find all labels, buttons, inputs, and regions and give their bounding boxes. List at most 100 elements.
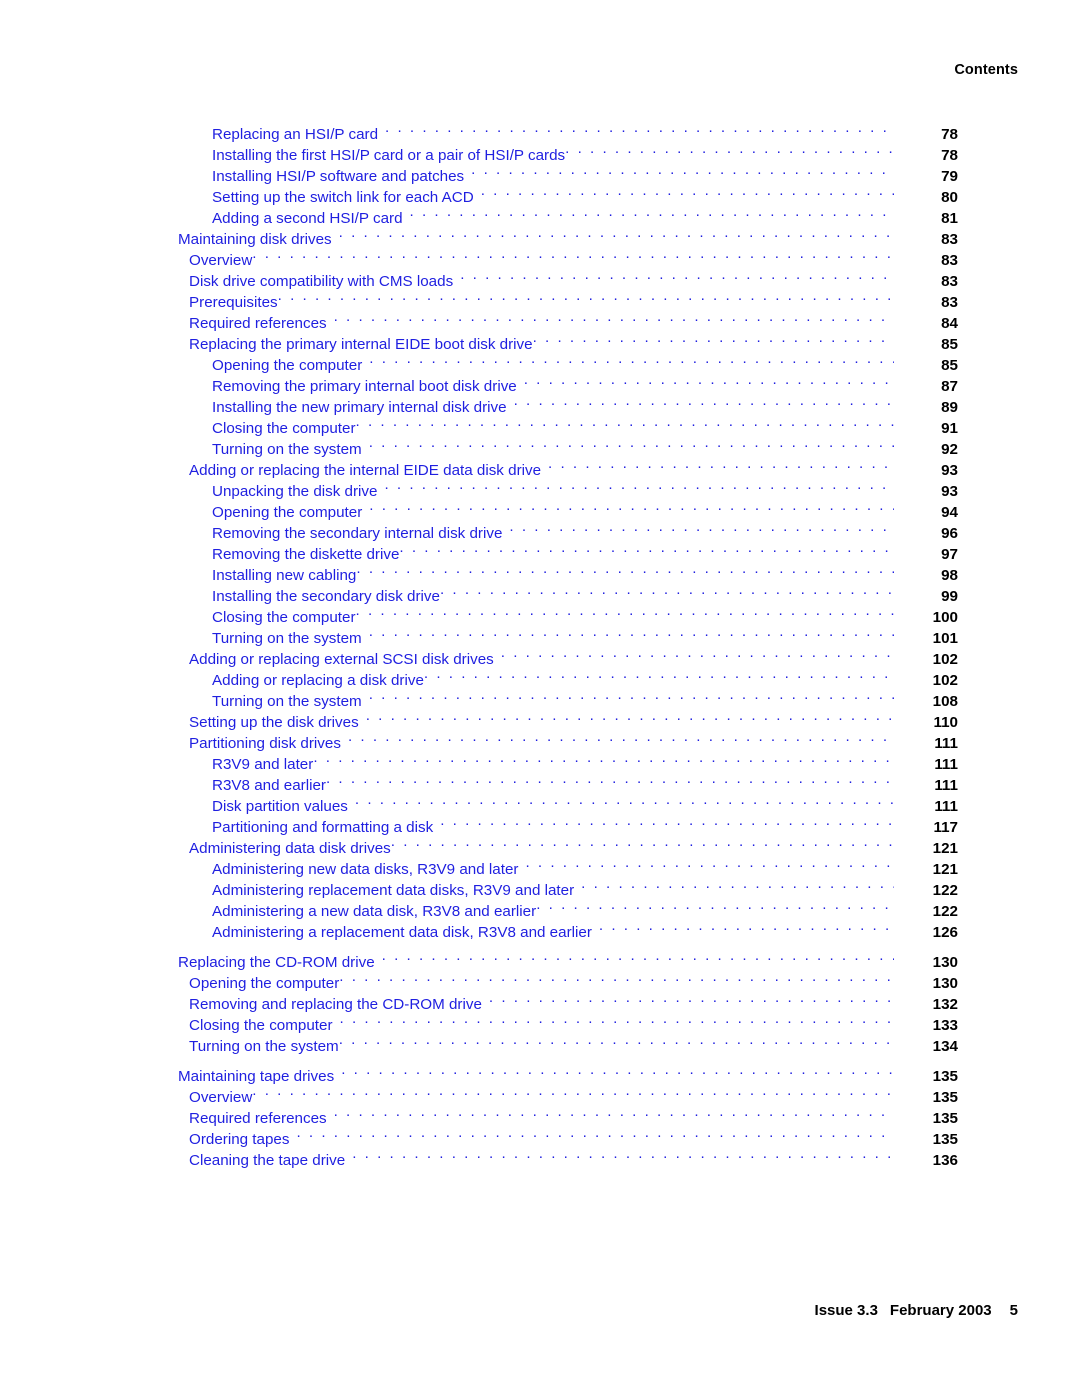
toc-entry-page-number: 83 bbox=[941, 252, 958, 269]
toc-entry[interactable]: Maintaining tape drives135 bbox=[178, 1060, 958, 1085]
toc-entry-page-number: 130 bbox=[932, 975, 958, 992]
toc-entry[interactable]: Replacing the CD-ROM drive130 bbox=[178, 946, 958, 971]
toc-entry[interactable]: Prerequisites 83 bbox=[178, 286, 958, 311]
toc-entry-page-number: 121 bbox=[932, 840, 958, 857]
toc-entry-title: Prerequisites bbox=[189, 294, 278, 311]
dot-leader bbox=[326, 769, 894, 790]
toc-entry-page-number: 136 bbox=[932, 1152, 958, 1169]
toc-entry[interactable]: Disk drive compatibility with CMS loads8… bbox=[178, 265, 958, 290]
toc-entry-page-number: 79 bbox=[941, 168, 958, 185]
dot-leader bbox=[424, 664, 894, 685]
dot-leader bbox=[460, 265, 894, 286]
toc-entry-title: Replacing an HSI/P card bbox=[212, 126, 379, 143]
dot-leader bbox=[369, 349, 894, 370]
toc-entry[interactable]: Overview 135 bbox=[178, 1081, 958, 1106]
toc-entry-title: Administering a replacement data disk, R… bbox=[212, 924, 592, 941]
toc-entry-page-number: 110 bbox=[933, 714, 958, 731]
toc-entry-page-number: 93 bbox=[941, 462, 958, 479]
dot-leader bbox=[340, 1009, 894, 1030]
toc-entry-title: Overview bbox=[189, 1089, 253, 1106]
toc-entry-page-number: 78 bbox=[941, 147, 958, 164]
toc-entry-title: Administering data disk drives bbox=[189, 840, 391, 857]
toc-entry[interactable]: Replacing an HSI/P card 78 bbox=[178, 118, 958, 143]
toc-entry-page-number: 80 bbox=[941, 189, 958, 206]
dot-leader bbox=[548, 454, 894, 475]
dot-leader bbox=[369, 496, 894, 517]
toc-entry-page-number: 100 bbox=[932, 609, 958, 626]
dot-leader bbox=[334, 307, 894, 328]
toc-entry-title: R3V8 and earlier bbox=[212, 777, 326, 794]
toc-entry-title: Installing HSI/P software and patches bbox=[212, 168, 465, 185]
dot-leader bbox=[524, 370, 894, 391]
toc-entry-page-number: 111 bbox=[934, 798, 958, 815]
dot-leader bbox=[599, 916, 894, 937]
toc-entry-title: Opening the computer bbox=[212, 357, 363, 374]
dot-leader bbox=[440, 580, 894, 601]
dot-leader bbox=[356, 412, 894, 433]
toc-entry-title: Administering a new data disk, R3V8 and … bbox=[212, 903, 537, 920]
toc-entry-page-number: 83 bbox=[941, 231, 958, 248]
toc-entry-page-number: 111 bbox=[934, 777, 958, 794]
toc-entry-title: Closing the computer bbox=[212, 420, 356, 437]
toc-entry-page-number: 122 bbox=[932, 882, 958, 899]
dot-leader bbox=[489, 988, 894, 1009]
toc-entry-page-number: 91 bbox=[941, 420, 958, 437]
dot-leader bbox=[525, 853, 894, 874]
toc-entry-page-number: 81 bbox=[941, 210, 958, 227]
toc-entry-title: Turning on the system bbox=[212, 630, 362, 647]
toc-entry-page-number: 135 bbox=[932, 1110, 958, 1127]
toc-entry-page-number: 122 bbox=[932, 903, 958, 920]
dot-leader bbox=[278, 286, 894, 307]
toc-entry-title: R3V9 and later bbox=[212, 756, 314, 773]
toc-entry-page-number: 97 bbox=[941, 546, 958, 563]
dot-leader bbox=[252, 244, 894, 265]
toc-entry-page-number: 121 bbox=[932, 861, 958, 878]
dot-leader bbox=[536, 895, 894, 916]
toc-entry-page-number: 98 bbox=[941, 567, 958, 584]
toc-entry-page-number: 96 bbox=[941, 525, 958, 542]
dot-leader bbox=[296, 1123, 894, 1144]
footer-date: February 2003 bbox=[889, 1302, 992, 1319]
toc-entry-title: Overview bbox=[189, 252, 253, 269]
dot-leader bbox=[440, 811, 894, 832]
dot-leader bbox=[366, 706, 894, 727]
dot-leader bbox=[391, 832, 894, 853]
running-header-contents: Contents bbox=[954, 62, 1018, 78]
toc-entry-page-number: 83 bbox=[941, 294, 958, 311]
dot-leader bbox=[252, 1081, 894, 1102]
dot-leader bbox=[369, 622, 894, 643]
toc-entry-title: Setting up the disk drives bbox=[189, 714, 359, 731]
toc-entry-page-number: 93 bbox=[941, 483, 958, 500]
toc-entry-page-number: 108 bbox=[932, 693, 958, 710]
dot-leader bbox=[581, 874, 894, 895]
toc-entry-page-number: 84 bbox=[941, 315, 958, 332]
dot-leader bbox=[382, 946, 894, 967]
toc-entry-title: Removing the primary internal boot disk … bbox=[212, 378, 517, 395]
toc-entry-title: Turning on the system bbox=[189, 1038, 339, 1055]
toc-entry-title: Disk partition values bbox=[212, 798, 348, 815]
dot-leader bbox=[369, 433, 894, 454]
toc-entry-title: Turning on the system bbox=[212, 441, 362, 458]
dot-leader bbox=[384, 475, 894, 496]
toc-entry-page-number: 130 bbox=[932, 954, 958, 971]
toc-entry-title: Installing new cabling bbox=[212, 567, 357, 584]
toc-entry-title: Required references bbox=[189, 315, 327, 332]
dot-leader bbox=[410, 202, 894, 223]
dot-leader bbox=[356, 559, 894, 580]
toc-entry[interactable]: Required references135 bbox=[178, 1102, 958, 1127]
dot-leader bbox=[348, 727, 894, 748]
dot-leader bbox=[355, 790, 894, 811]
toc-entry-page-number: 92 bbox=[941, 441, 958, 458]
toc-entry-title: Opening the computer bbox=[212, 504, 363, 521]
footer-page-number: 5 bbox=[1009, 1302, 1018, 1319]
toc-entry-page-number: 134 bbox=[932, 1038, 958, 1055]
toc-entry-page-number: 135 bbox=[932, 1068, 958, 1085]
toc-entry[interactable]: Overview 83 bbox=[178, 244, 958, 269]
dot-leader bbox=[339, 967, 894, 988]
dot-leader bbox=[313, 748, 894, 769]
toc-entry[interactable]: Required references 84 bbox=[178, 307, 958, 332]
toc-entry-page-number: 111 bbox=[934, 735, 958, 752]
footer-issue: Issue 3.3 bbox=[814, 1302, 878, 1319]
toc-entry-page-number: 78 bbox=[941, 126, 958, 143]
dot-leader bbox=[533, 328, 894, 349]
